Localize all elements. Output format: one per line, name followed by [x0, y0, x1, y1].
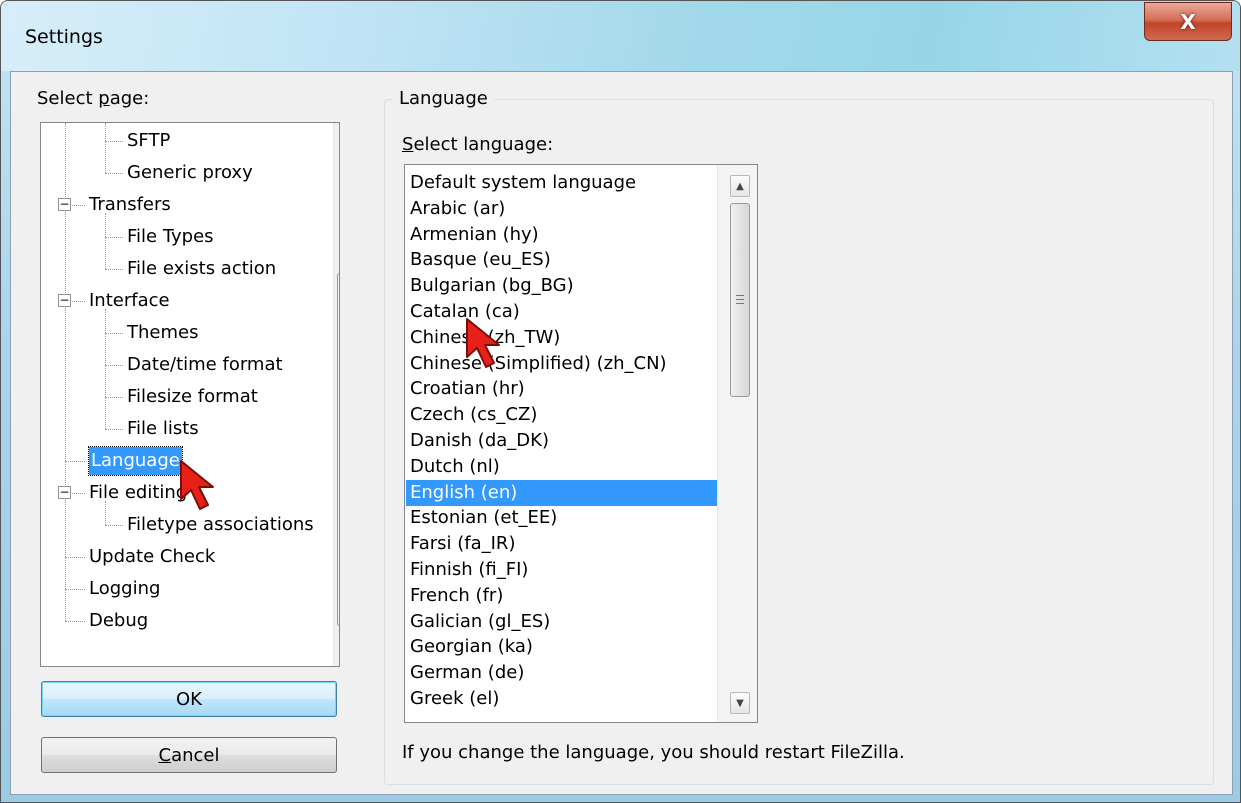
tree-scroll-thumb[interactable] — [337, 273, 339, 626]
collapse-toggle-icon[interactable]: − — [58, 198, 71, 211]
tree-item[interactable]: File editing — [89, 479, 187, 507]
language-group-title: Language — [393, 88, 494, 109]
language-list[interactable]: Default system language Arabic (ar) Armeni… — [404, 164, 758, 723]
collapse-toggle-icon[interactable]: − — [58, 486, 71, 499]
language-option[interactable]: Czech (cs_CZ) — [406, 402, 718, 428]
language-option[interactable]: English (en) — [406, 479, 718, 506]
restart-note: If you change the language, you should r… — [402, 742, 905, 763]
tree-item[interactable]: Language — [88, 446, 183, 476]
up-arrow-icon[interactable]: ▲ — [334, 131, 339, 151]
language-list-scrollbar[interactable]: ▲ ▼ — [717, 165, 757, 722]
tree-item[interactable]: Themes — [127, 319, 198, 347]
tree-item[interactable]: File exists action — [127, 255, 276, 283]
language-option[interactable]: French (fr) — [406, 583, 718, 609]
language-option[interactable]: Farsi (fa_IR) — [406, 531, 718, 557]
language-option[interactable]: Danish (da_DK) — [406, 428, 718, 454]
language-option[interactable]: Greek (el) — [406, 686, 718, 712]
language-option[interactable]: Finnish (fi_FI) — [406, 557, 718, 583]
language-option[interactable]: Georgian (ka) — [406, 634, 718, 660]
tree-item[interactable]: Interface — [89, 287, 170, 315]
language-option[interactable]: Croatian (hr) — [406, 376, 718, 402]
language-option[interactable]: Chinese (zh_TW) — [406, 325, 718, 351]
mouse-cursor-icon — [466, 318, 500, 368]
ok-button-label: OK — [176, 688, 202, 710]
language-option[interactable]: Default system language — [406, 170, 718, 196]
close-button[interactable]: X — [1144, 2, 1232, 41]
language-option[interactable]: Armenian (hy) — [406, 222, 718, 248]
tree-item[interactable]: Filesize format — [127, 383, 258, 411]
language-option[interactable]: Catalan (ca) — [406, 299, 718, 325]
title-bar[interactable]: Settings X — [1, 1, 1240, 71]
down-arrow-icon[interactable]: ▼ — [730, 692, 750, 714]
tree-item[interactable]: Generic proxy — [127, 159, 253, 187]
tree-item[interactable]: Filetype associations — [127, 511, 314, 539]
language-option[interactable]: Estonian (et_EE) — [406, 505, 718, 531]
down-arrow-icon[interactable]: ▼ — [334, 640, 339, 660]
cancel-button-label: Cancel — [158, 744, 220, 766]
mouse-cursor-icon — [180, 460, 214, 510]
window-title: Settings — [25, 26, 103, 48]
settings-window: Settings X Select page: SFTP Generic prox… — [0, 0, 1241, 803]
dialog-client-area: Select page: SFTP Generic proxy − Transfers… — [10, 71, 1233, 795]
language-option[interactable]: Galician (gl_ES) — [406, 609, 718, 635]
language-option[interactable]: German (de) — [406, 660, 718, 686]
select-page-label: Select page: — [37, 88, 150, 109]
select-language-label: Select language: — [402, 134, 554, 155]
language-option[interactable]: Basque (eu_ES) — [406, 247, 718, 273]
tree-item[interactable]: Date/time format — [127, 351, 283, 379]
tree-item[interactable]: File lists — [127, 415, 199, 443]
language-option[interactable]: Dutch (nl) — [406, 454, 718, 480]
page-tree[interactable]: SFTP Generic proxy − Transfers File Types Fil… — [40, 122, 340, 667]
language-scroll-thumb[interactable] — [730, 203, 750, 397]
tree-item[interactable]: Debug — [89, 607, 148, 635]
ok-button[interactable]: OK — [41, 681, 337, 717]
tree-item[interactable]: Logging — [89, 575, 160, 603]
language-option[interactable]: Chinese (Simplified) (zh_CN) — [406, 351, 718, 377]
up-arrow-icon[interactable]: ▲ — [730, 175, 750, 197]
cancel-button[interactable]: Cancel — [41, 737, 337, 773]
tree-scrollbar[interactable]: ▲ ▼ — [333, 123, 339, 666]
tree-item[interactable]: Transfers — [89, 191, 171, 219]
collapse-toggle-icon[interactable]: − — [58, 294, 71, 307]
tree-item[interactable]: File Types — [127, 223, 214, 251]
language-option[interactable]: Arabic (ar) — [406, 196, 718, 222]
language-option[interactable]: Bulgarian (bg_BG) — [406, 273, 718, 299]
tree-item[interactable]: Update Check — [89, 543, 215, 571]
tree-item[interactable]: SFTP — [127, 127, 170, 155]
close-icon: X — [1180, 9, 1196, 34]
